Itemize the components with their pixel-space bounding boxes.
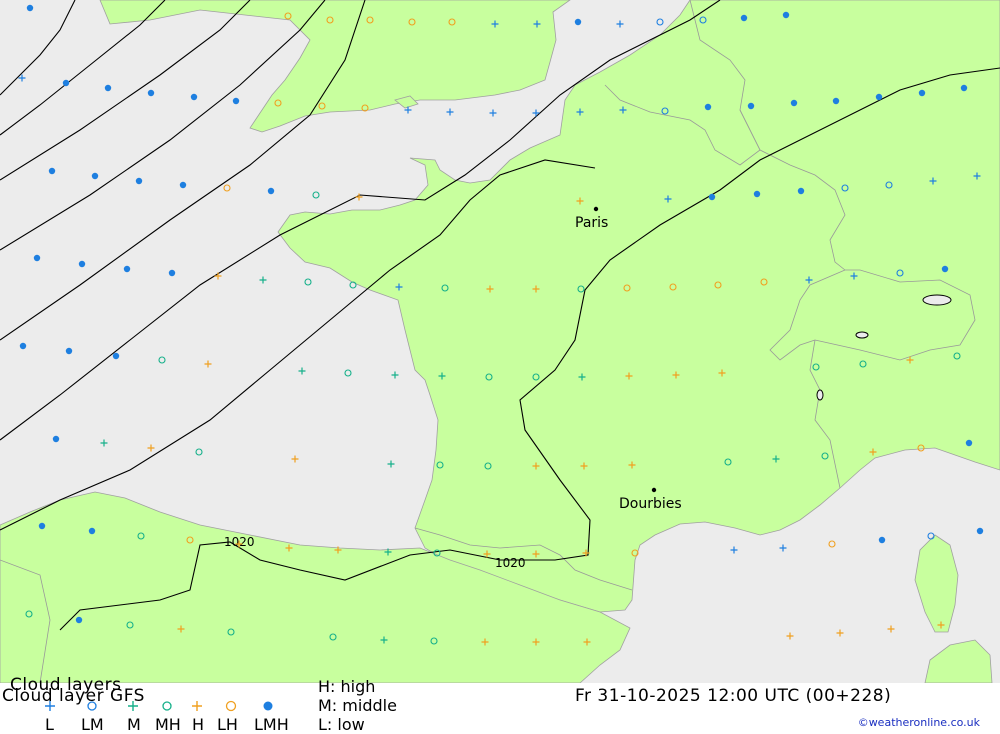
cloud-marker-filled-circle — [704, 103, 712, 111]
cloud-marker-filled-circle — [88, 527, 96, 535]
cloud-marker-filled-circle — [782, 11, 790, 19]
cloud-marker-filled-circle — [26, 4, 34, 12]
cloud-marker-filled-circle — [960, 84, 968, 92]
cloud-marker-filled-circle — [753, 190, 761, 198]
legend-mh-circle-icon — [162, 701, 172, 711]
cloud-marker-filled-circle — [91, 172, 99, 180]
cloud-marker-filled-circle — [62, 79, 70, 87]
cloud-marker-filled-circle — [875, 93, 883, 101]
legend-key-high: H: high — [318, 677, 376, 696]
cloud-marker-filled-circle — [33, 254, 41, 262]
cloud-marker-filled-circle — [123, 265, 131, 273]
cloud-marker-filled-circle — [878, 536, 886, 544]
forecast-datetime: Fr 31-10-2025 12:00 UTC (00+228) — [575, 686, 892, 706]
lake-geneva — [816, 389, 824, 401]
cloud-marker-filled-circle — [48, 167, 56, 175]
legend-key-middle: M: middle — [318, 696, 397, 715]
cloud-marker-filled-circle — [135, 177, 143, 185]
cloud-marker-filled-circle — [790, 99, 798, 107]
cloud-marker-filled-circle — [232, 97, 240, 105]
cloud-marker-filled-circle — [708, 193, 716, 201]
legend-lmh-filled-circle-icon — [263, 701, 273, 711]
cloud-marker-filled-circle — [112, 352, 120, 360]
cloud-marker-filled-circle — [941, 265, 949, 273]
cloud-marker-filled-circle — [918, 89, 926, 97]
legend-lm-circle-icon — [87, 701, 97, 711]
city-label-dourbies: Dourbies — [619, 496, 682, 512]
legend-code-lm: LM — [81, 715, 104, 734]
legend-key-low: L: low — [318, 715, 365, 734]
weather-map: 1020 1020 Paris Dourbies — [0, 0, 1000, 683]
cloud-marker-filled-circle — [147, 89, 155, 97]
legend-code-h: H — [192, 715, 205, 734]
cloud-marker-filled-circle — [19, 342, 27, 350]
cloud-marker-filled-circle — [75, 616, 83, 624]
cloud-marker-filled-circle — [78, 260, 86, 268]
cloud-marker-filled-circle — [747, 102, 755, 110]
cloud-marker-filled-circle — [179, 181, 187, 189]
cloud-marker-filled-circle — [976, 527, 984, 535]
cloud-marker-filled-circle — [190, 93, 198, 101]
cloud-marker-filled-circle — [104, 84, 112, 92]
city-dot-dourbies — [651, 487, 657, 493]
cloud-marker-filled-circle — [168, 269, 176, 277]
legend-code-l: L — [45, 715, 54, 734]
cloud-marker-filled-circle — [267, 187, 275, 195]
legend-m-plus-icon — [128, 701, 138, 711]
cloud-marker-filled-circle — [740, 14, 748, 22]
isobar-label-east: 1020 — [495, 556, 526, 570]
legend-code-mh: MH — [155, 715, 181, 734]
cloud-marker-filled-circle — [52, 435, 60, 443]
city-dot-paris — [593, 206, 599, 212]
cloud-marker-filled-circle — [797, 187, 805, 195]
legend-code-m: M — [127, 715, 141, 734]
lake-constance — [922, 294, 952, 306]
cloud-marker-filled-circle — [65, 347, 73, 355]
cloud-marker-filled-circle — [574, 18, 582, 26]
cloud-marker-filled-circle — [38, 522, 46, 530]
legend-h-plus-icon — [192, 701, 202, 711]
lake-zurich — [855, 331, 869, 339]
city-label-paris: Paris — [575, 215, 608, 231]
legend-panel: Cloud layers Cloud layer GFS L LM M MH H… — [0, 675, 1000, 734]
legend-l-plus-icon — [45, 701, 55, 711]
legend-code-lh: LH — [217, 715, 238, 734]
cloud-marker-filled-circle — [832, 97, 840, 105]
legend-code-lmh: LMH — [254, 715, 289, 734]
legend-lh-circle-icon — [225, 700, 237, 712]
cloud-marker-filled-circle — [965, 439, 973, 447]
credit-link[interactable]: ©weatheronline.co.uk — [858, 716, 980, 729]
